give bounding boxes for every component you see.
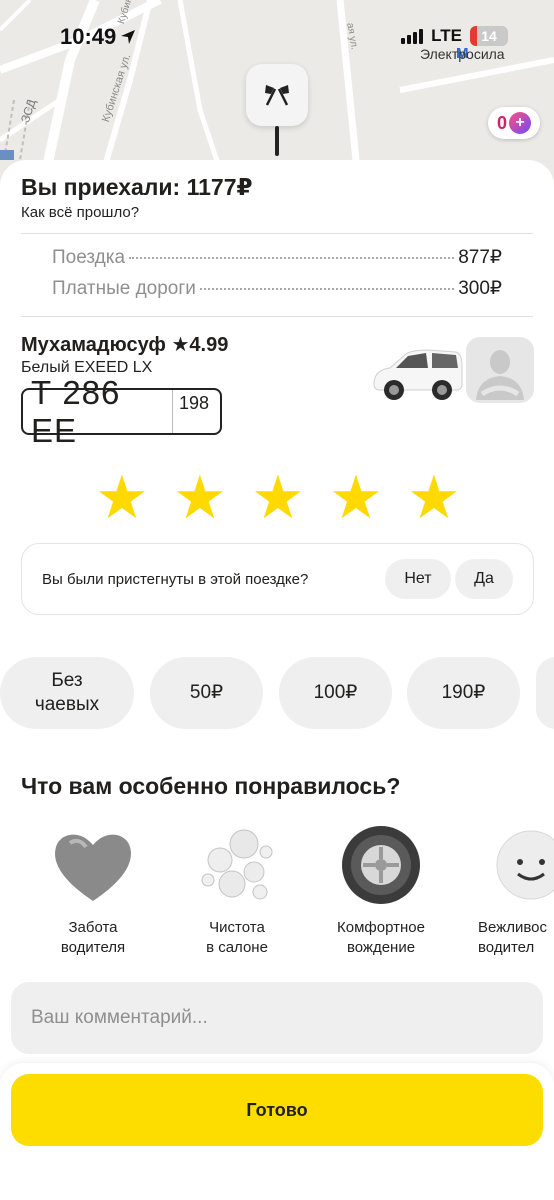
pin-stem (275, 126, 279, 156)
wheel-icon (336, 820, 426, 910)
done-button[interactable]: Готово (11, 1074, 543, 1146)
network-type: LTE (431, 26, 462, 45)
compliment-label: Комфортное вождение (337, 919, 425, 956)
car-image (373, 349, 463, 400)
fare-line-trip: Поездка 877₽ (52, 246, 502, 269)
license-plate: Т 286 ЕЕ 198 (21, 374, 222, 449)
star-4-icon[interactable]: ★ (329, 468, 383, 528)
compliment-label: Вежливос водител (478, 919, 547, 956)
compliment-label: Чистота в салоне (206, 919, 268, 956)
divider (21, 233, 533, 234)
smile-icon (486, 820, 554, 910)
tips-row: Без чаевых 50₽ 100₽ 190₽ (0, 657, 554, 729)
fare-label: Платные дороги (52, 278, 196, 299)
trip-summary-sheet: Вы приехали: 1177₽ Как всё прошло? Поезд… (0, 160, 554, 1200)
liked-section-title: Что вам особенно понравилось? (21, 773, 401, 799)
trip-subtitle: Как всё прошло? (21, 204, 140, 221)
dot-leader (129, 257, 455, 259)
star-3-icon[interactable]: ★ (251, 468, 305, 528)
compliment-driving[interactable]: Комфортное вождение (316, 820, 446, 958)
battery-icon: 14 (470, 26, 508, 46)
star-2-icon[interactable]: ★ (173, 468, 227, 528)
trip-total-title: Вы приехали: 1177₽ (21, 174, 253, 200)
rating-stars: ★ ★ ★ ★ ★ (95, 468, 461, 528)
seatbelt-no-button[interactable]: Нет (385, 559, 451, 599)
tip-100-button[interactable]: 100₽ (279, 657, 392, 729)
seatbelt-question: Вы были пристегнуты в этой поездке? (42, 570, 309, 588)
driver-placeholder-icon (476, 350, 524, 400)
finish-flags-icon (265, 85, 289, 106)
destination-pin[interactable] (246, 64, 308, 126)
location-arrow-icon (121, 30, 136, 44)
plate-region: 198 (179, 393, 210, 413)
compliment-cleanliness[interactable]: Чистота в салоне (172, 820, 302, 958)
fare-value: 877₽ (458, 247, 502, 268)
fare-value: 300₽ (458, 278, 502, 299)
plus-icon: + (509, 112, 531, 134)
star-1-icon[interactable]: ★ (95, 468, 149, 528)
signal-icon (401, 28, 424, 44)
comment-input[interactable]: Ваш комментарий... (11, 982, 543, 1054)
metro-station-label: Электросила (420, 46, 505, 62)
tip-more-button[interactable] (536, 657, 554, 729)
driver-name: Мухамадюсуф ★4.99 (21, 334, 229, 356)
status-indicators: LTE 14 (401, 26, 508, 46)
status-time: 10:49 (60, 24, 136, 50)
fare-label: Поездка (52, 247, 126, 268)
fare-line-tolls: Платные дороги 300₽ (52, 277, 502, 300)
seatbelt-yes-button[interactable]: Да (455, 559, 513, 599)
compliment-label: Забота водителя (60, 919, 126, 956)
bubbles-icon (192, 820, 282, 910)
seatbelt-question-card: Вы были пристегнуты в этой поездке? Нет … (21, 543, 534, 615)
footer-bar: Готово (0, 1063, 554, 1200)
heart-icon (48, 820, 138, 910)
divider (21, 316, 533, 317)
compliment-care[interactable]: Забота водителя (28, 820, 158, 958)
clock: 10:49 (60, 24, 117, 49)
compliment-politeness[interactable]: Вежливос водител (464, 820, 554, 958)
plus-points-badge[interactable]: 0 + (488, 107, 540, 139)
dot-leader (199, 288, 455, 290)
plate-number: Т 286 ЕЕ (23, 374, 173, 449)
plus-points-value: 0 (496, 112, 507, 133)
driver-avatar[interactable] (466, 337, 534, 403)
compliments-row: Забота водителя Чистота в салоне Комфорт… (0, 820, 554, 960)
tip-50-button[interactable]: 50₽ (150, 657, 263, 729)
tip-190-button[interactable]: 190₽ (407, 657, 520, 729)
star-5-icon[interactable]: ★ (407, 468, 461, 528)
tip-none-button[interactable]: Без чаевых (0, 657, 134, 729)
battery-level: 14 (481, 28, 497, 44)
